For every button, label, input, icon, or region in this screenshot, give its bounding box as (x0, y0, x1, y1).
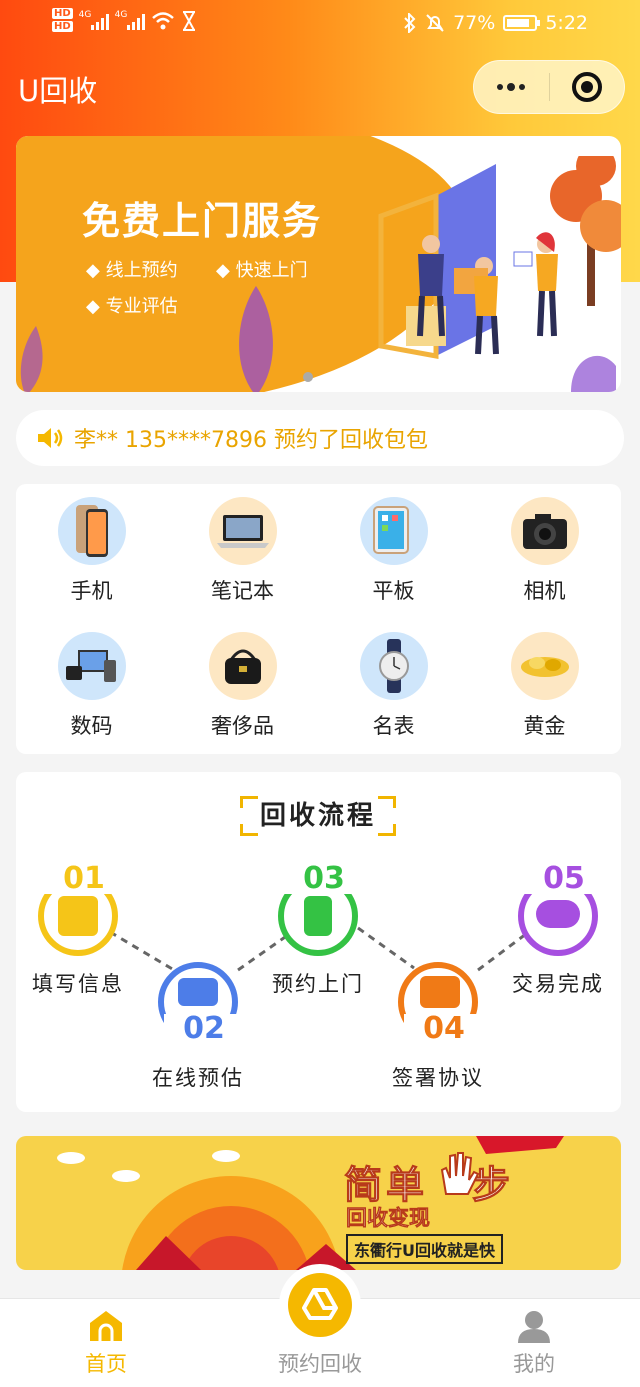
banner-feature: ◆ 快速上门 (216, 260, 308, 281)
category-label: 手机 (70, 579, 113, 603)
category-label: 名表 (372, 714, 415, 738)
bluetooth-icon (404, 13, 416, 33)
tab-label: 首页 (85, 1352, 127, 1376)
promo-illustration (57, 1136, 564, 1270)
banner-headline: 免费上门服务 (82, 199, 323, 243)
category-label: 平板 (372, 579, 415, 603)
laptop-icon (208, 497, 277, 565)
more-dots-icon (497, 82, 526, 91)
phone-icon (57, 497, 126, 565)
category-label: 奢侈品 (211, 714, 274, 738)
miniprogram-capsule (473, 60, 625, 114)
leaf-decoration (20, 326, 43, 392)
category-label: 数码 (70, 714, 113, 738)
hand-icon (440, 1152, 480, 1195)
promo-banner[interactable]: 免费上门服务 ◆ 线上预约 ◆ 快速上门 ◆ 专业评估 (16, 136, 621, 392)
promo-banner-2[interactable]: 简单步 回收变现 东衢行U回收就是快 (16, 1136, 621, 1270)
status-bar: HD HD 4G 4G 77% 5:22 (0, 0, 640, 48)
gold-icon (510, 632, 579, 700)
step-2-circle: 02 (158, 962, 244, 1044)
contract-icon (420, 976, 460, 1008)
category-watch[interactable]: 名表 (318, 632, 469, 740)
battery-icon (503, 15, 541, 31)
category-camera[interactable]: 相机 (469, 497, 620, 605)
step-1-circle: 01 (38, 864, 124, 956)
monitor-icon (178, 978, 218, 1006)
banner-indicator[interactable] (303, 372, 313, 382)
category-luxury[interactable]: 奢侈品 (167, 632, 318, 740)
category-digital[interactable]: 数码 (16, 632, 167, 740)
tab-label: 预约回收 (278, 1352, 362, 1376)
page-title: U回收 (18, 74, 98, 108)
camera-icon (510, 497, 579, 565)
step-5-circle: 05 (518, 864, 604, 956)
tab-label: 我的 (513, 1352, 555, 1376)
signal-icon: 4G (79, 10, 109, 30)
leaf-decoration (239, 286, 273, 392)
process-section: 回收流程 01 填写信息 02 在线预估 03 预约上门 04 签署协议 05 … (16, 772, 621, 1112)
watch-icon (359, 632, 428, 700)
close-target-icon (571, 72, 602, 102)
wifi-icon (151, 12, 174, 30)
book-recycle-fab[interactable] (279, 1264, 361, 1346)
more-button[interactable] (474, 61, 549, 113)
promo-headline: 简单步 (343, 1163, 515, 1208)
step-4-circle: 04 (398, 962, 484, 1044)
step-3-circle: 03 (278, 864, 364, 956)
recycle-drive-icon (302, 1288, 338, 1320)
signal-icon: 4G (115, 10, 145, 30)
tab-mine[interactable]: 我的 (478, 1299, 590, 1387)
category-tablet[interactable]: 平板 (318, 497, 469, 605)
step-label: 签署协议 (392, 1066, 484, 1090)
hd-badge: HD (52, 8, 73, 19)
promo-tagline: 东衢行U回收就是快 (346, 1234, 503, 1264)
user-icon (518, 1311, 550, 1343)
step-label: 交易完成 (512, 972, 604, 996)
notice-text: 李** 135****7896 预约了回收包包 (74, 428, 428, 453)
banner-feature: ◆ 专业评估 (86, 296, 178, 317)
delivery-illustration (378, 156, 621, 392)
category-label: 黄金 (523, 714, 566, 738)
digital-icon (57, 632, 126, 700)
handbag-icon (208, 632, 277, 700)
category-phone[interactable]: 手机 (16, 497, 167, 605)
hourglass-icon (182, 11, 195, 31)
category-label: 笔记本 (211, 579, 274, 603)
category-laptop[interactable]: 笔记本 (167, 497, 318, 605)
home-icon (90, 1311, 122, 1341)
hd-badge: HD (52, 21, 73, 32)
category-label: 相机 (523, 579, 566, 603)
battery-percent: 77% (453, 12, 496, 34)
door-icon (304, 896, 332, 936)
step-label: 在线预估 (152, 1066, 244, 1090)
form-icon (58, 896, 98, 936)
clock: 5:22 (545, 12, 588, 34)
handshake-icon (536, 900, 580, 928)
step-label: 预约上门 (272, 972, 364, 996)
category-grid: 手机 笔记本 平板 相机 数码 奢侈品 名表 黄金 (16, 484, 621, 754)
banner-feature: ◆ 线上预约 (86, 260, 178, 281)
step-label: 填写信息 (32, 972, 124, 996)
speaker-icon (38, 428, 63, 448)
tablet-icon (359, 497, 428, 565)
category-gold[interactable]: 黄金 (469, 632, 620, 740)
promo-sub: 回收变现 (346, 1206, 431, 1231)
notice-bar: 李** 135****7896 预约了回收包包 (16, 410, 624, 466)
mute-bell-icon (426, 14, 444, 32)
tab-home[interactable]: 首页 (50, 1299, 162, 1387)
close-button[interactable] (550, 61, 625, 113)
